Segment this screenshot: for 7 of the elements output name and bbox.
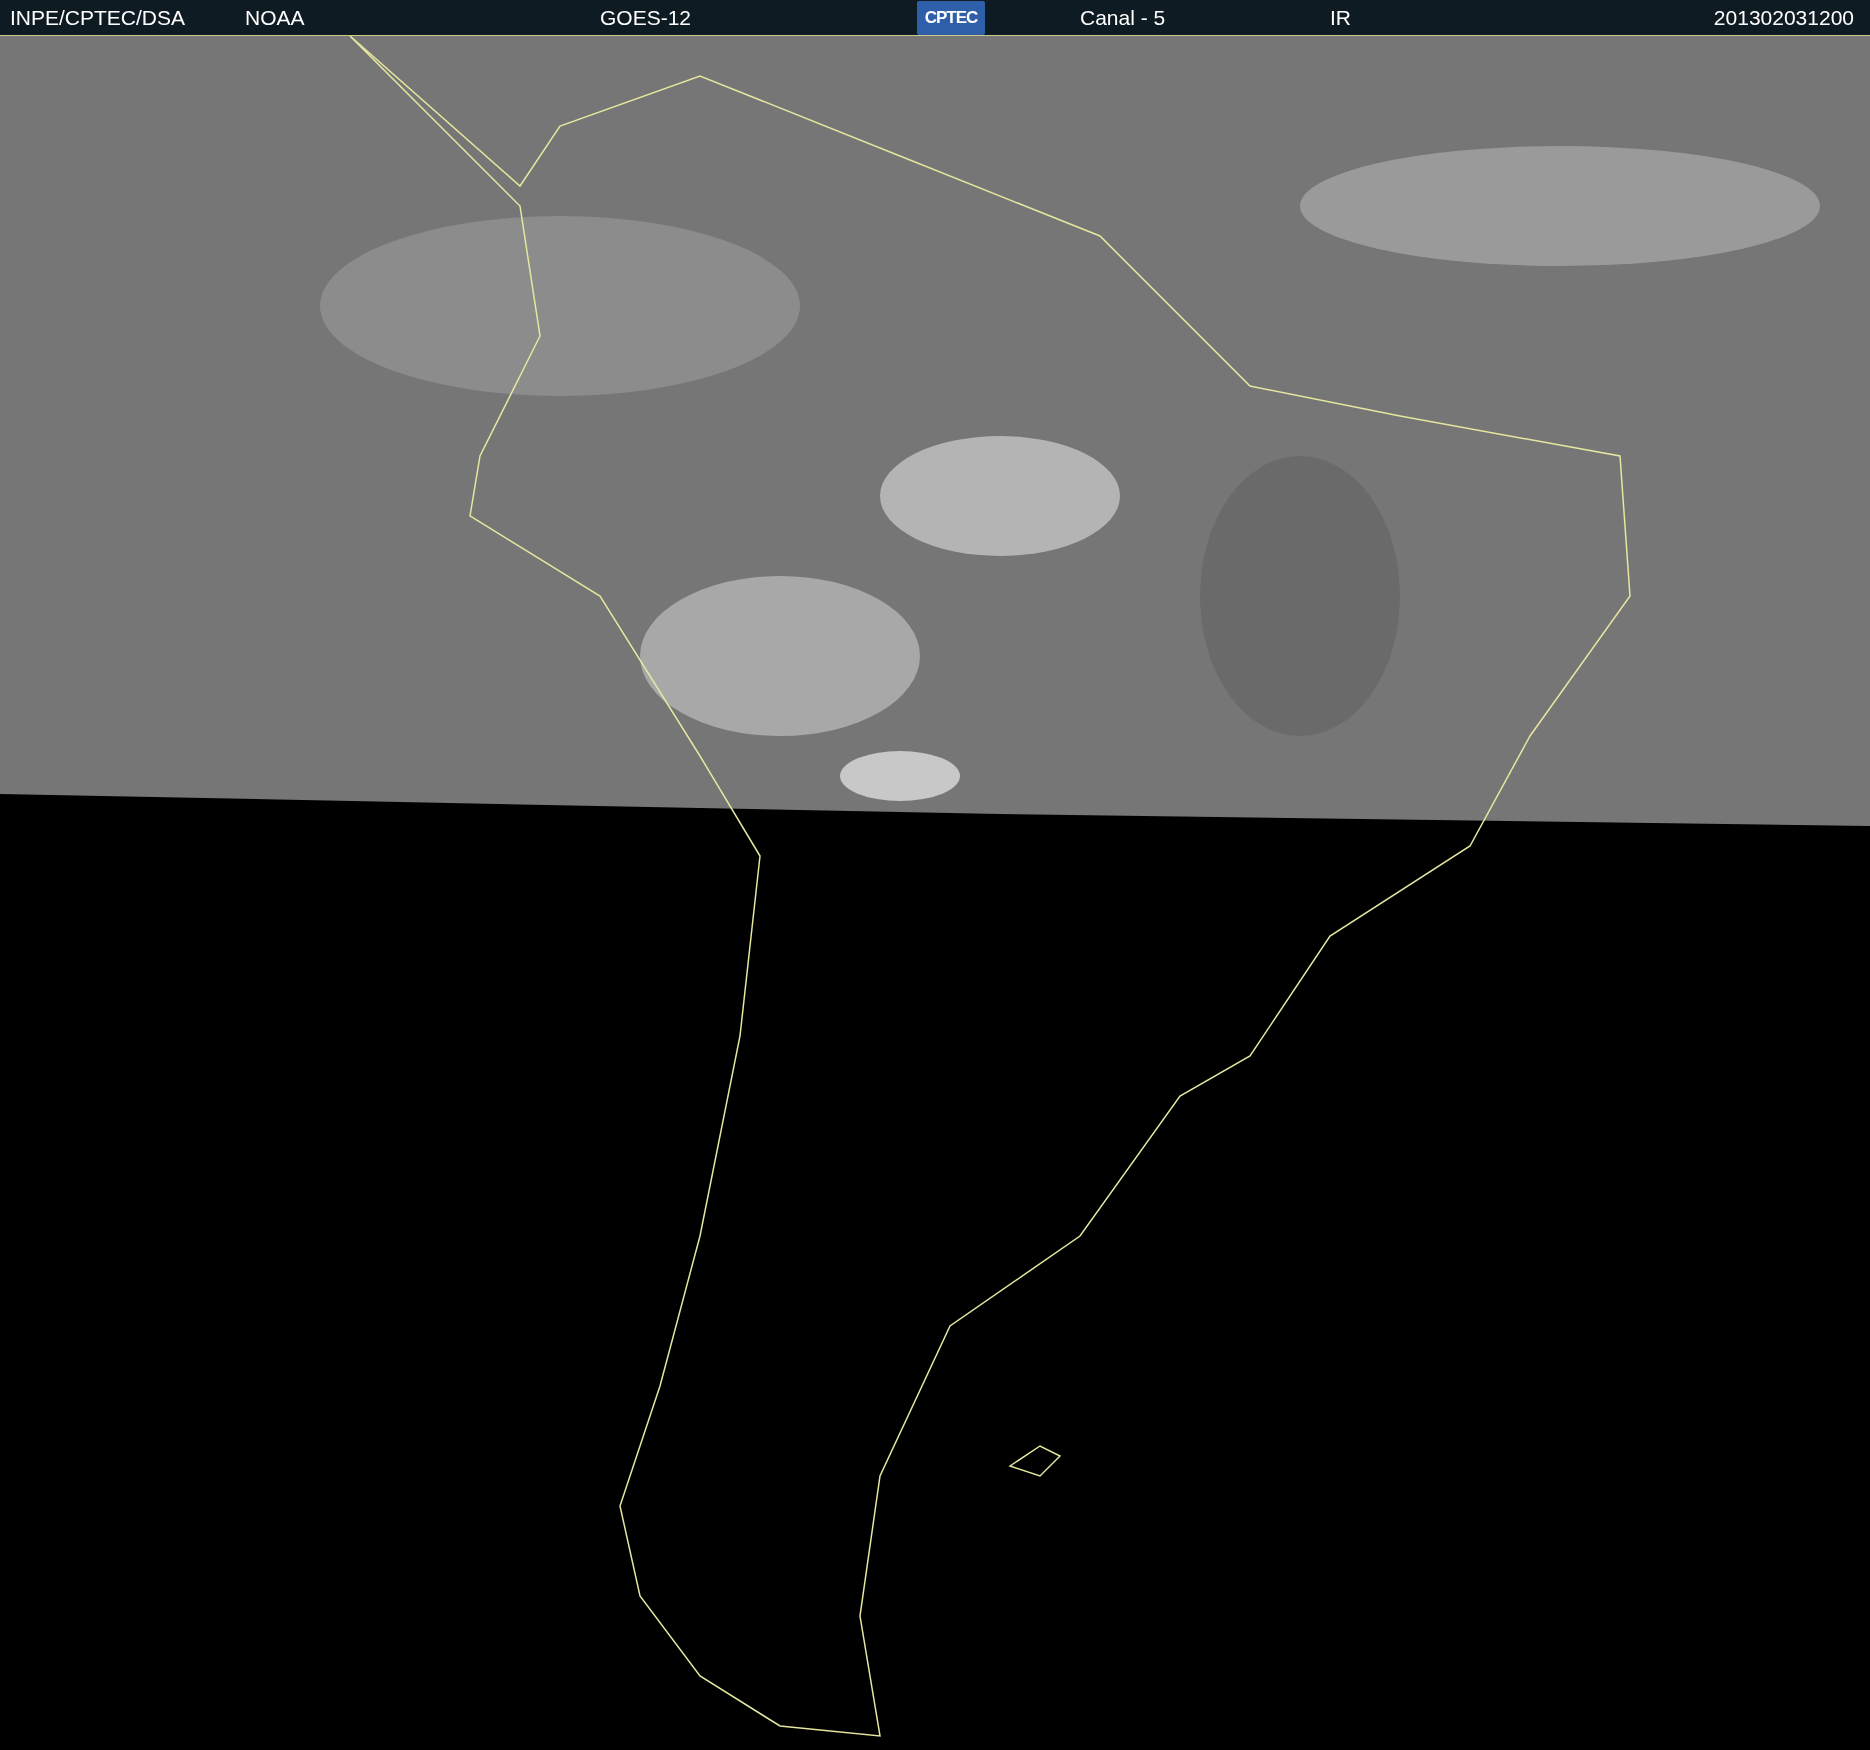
header-label: 201302031200 xyxy=(1713,4,1855,31)
header-label: GOES-12 xyxy=(600,4,693,31)
header-label: INPE/CPTEC/DSA xyxy=(9,4,187,31)
logo: CPTEC xyxy=(917,0,985,35)
header-label: Canal - 5 xyxy=(1080,4,1167,31)
header-label: NOAA xyxy=(245,4,306,31)
header-label: IR xyxy=(1330,4,1352,31)
